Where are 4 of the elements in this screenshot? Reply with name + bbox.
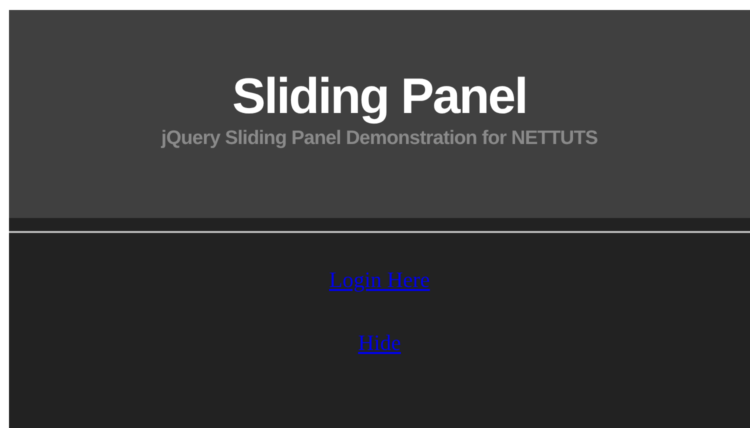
page-title: Sliding Panel bbox=[232, 68, 527, 124]
text-link[interactable]: Hide bbox=[358, 326, 401, 359]
text-link[interactable]: Login Here bbox=[329, 263, 430, 296]
page-subtitle: jQuery Sliding Panel Demonstration for NETTUTS bbox=[161, 126, 598, 151]
